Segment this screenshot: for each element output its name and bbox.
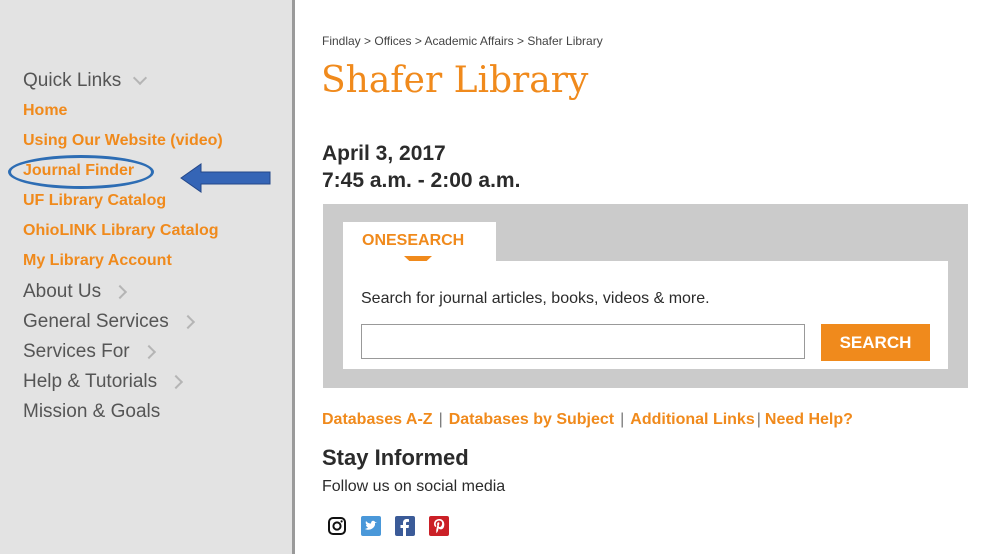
- hours-time: 7:45 a.m. - 2:00 a.m.: [322, 169, 521, 192]
- separator: |: [756, 411, 761, 428]
- sidebar-item-services-for[interactable]: Services For: [23, 341, 156, 363]
- separator: |: [620, 411, 625, 428]
- link-my-account[interactable]: My Library Account: [23, 252, 172, 270]
- link-using-website[interactable]: Using Our Website (video): [23, 132, 223, 150]
- sidebar-item-label: General Services: [23, 311, 169, 332]
- page-title: Shafer Library: [321, 60, 589, 101]
- twitter-icon[interactable]: [361, 516, 381, 536]
- search-input[interactable]: [361, 324, 805, 359]
- chevron-right-icon: [180, 314, 195, 330]
- instagram-icon[interactable]: [327, 516, 347, 536]
- annotation-circle: [8, 155, 154, 189]
- stay-informed-subtitle: Follow us on social media: [322, 478, 506, 495]
- chevron-right-icon: [169, 374, 184, 390]
- link-uf-catalog[interactable]: UF Library Catalog: [23, 192, 166, 210]
- breadcrumb: Findlay > Offices > Academic Affairs > S…: [322, 34, 603, 48]
- sidebar-item-label: About Us: [23, 281, 102, 302]
- sidebar-item-label: Help & Tutorials: [23, 371, 158, 392]
- search-button[interactable]: SEARCH: [821, 324, 930, 361]
- quick-links-label: Quick Links: [23, 70, 122, 91]
- annotation-arrow-icon: [180, 163, 271, 193]
- sidebar-divider: [292, 0, 295, 554]
- link-home[interactable]: Home: [23, 102, 67, 120]
- sidebar-item-help-tutorials[interactable]: Help & Tutorials: [23, 371, 184, 393]
- sidebar-item-about-us[interactable]: About Us: [23, 281, 128, 303]
- hours: April 3, 2017 7:45 a.m. - 2:00 a.m.: [322, 140, 520, 194]
- resource-links: Databases A-Z | Databases by Subject | Addit…: [322, 411, 853, 429]
- facebook-icon[interactable]: [395, 516, 415, 536]
- chevron-right-icon: [113, 284, 128, 300]
- sidebar-item-label: Mission & Goals: [23, 401, 161, 422]
- link-ohiolink-catalog[interactable]: OhioLINK Library Catalog: [23, 222, 219, 240]
- link-additional[interactable]: Additional Links: [630, 411, 754, 428]
- link-databases-az[interactable]: Databases A-Z: [322, 411, 433, 428]
- separator: |: [438, 411, 443, 428]
- tab-onesearch-label[interactable]: ONESEARCH: [362, 232, 464, 250]
- sidebar-item-label: Services For: [23, 341, 130, 362]
- chevron-right-icon: [141, 344, 156, 360]
- quick-links-toggle[interactable]: Quick Links: [23, 70, 148, 92]
- search-hint: Search for journal articles, books, vide…: [361, 290, 710, 307]
- link-need-help[interactable]: Need Help?: [765, 411, 853, 428]
- sidebar-item-mission-goals[interactable]: Mission & Goals: [23, 401, 160, 423]
- sidebar-item-general-services[interactable]: General Services: [23, 311, 195, 333]
- hours-date: April 3, 2017: [322, 142, 446, 165]
- stay-informed-title: Stay Informed: [322, 445, 469, 470]
- pinterest-icon[interactable]: [429, 516, 449, 536]
- chevron-down-icon: [133, 70, 148, 86]
- link-databases-subject[interactable]: Databases by Subject: [449, 411, 614, 428]
